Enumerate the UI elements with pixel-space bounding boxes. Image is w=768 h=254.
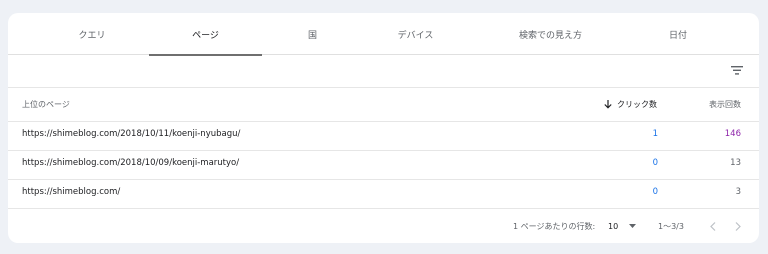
chevron-right-icon [735,221,741,231]
active-tab-indicator [149,54,262,56]
column-header-page[interactable]: 上位のページ [22,97,70,111]
table-cell-clicks: 1 [652,129,658,139]
chevron-left-icon [710,221,716,231]
divider [8,121,759,122]
tab-pages[interactable]: ページ [149,13,262,56]
divider [8,87,759,88]
table-row-url[interactable]: https://shimeblog.com/2018/10/09/koenji-… [22,156,239,170]
tab-queries[interactable]: クエリ [32,13,152,55]
tab-label: クエリ [78,30,106,41]
table-cell-impressions: 3 [735,187,741,197]
table-row-url[interactable]: https://shimeblog.com/ [22,185,120,199]
divider [8,179,759,180]
dimension-tabs: クエリ ページ 国 デバイス 検索での見え方 日付 [8,13,759,56]
pagination-range: 1～3/3 [658,221,684,231]
tab-label: 日付 [668,30,687,41]
divider [8,150,759,151]
table-cell-clicks: 0 [652,158,658,168]
column-header-impressions[interactable]: 表示回数 [709,97,741,111]
column-header-label: 表示回数 [709,99,741,109]
tab-devices[interactable]: デバイス [363,13,468,55]
divider [8,208,759,209]
caret-down-icon [629,224,637,228]
filter-icon [731,65,743,75]
tab-label: ページ [192,30,219,41]
tab-countries[interactable]: 国 [260,13,365,55]
column-header-label: 上位のページ [22,99,70,109]
table-row-url[interactable]: https://shimeblog.com/2018/10/11/koenji-… [22,127,240,141]
tab-dates[interactable]: 日付 [628,13,728,55]
column-header-clicks[interactable]: クリック数 [604,97,657,111]
table-cell-clicks: 0 [652,187,658,197]
column-header-label: クリック数 [617,99,657,109]
arrow-down-icon [604,99,612,109]
tab-label: 国 [307,30,317,41]
table-cell-impressions: 13 [730,158,741,168]
rows-per-page-select[interactable]: 10 [608,219,637,233]
tab-search-appearance[interactable]: 検索での見え方 [488,13,613,55]
performance-card: クエリ ページ 国 デバイス 検索での見え方 日付 上位のページ クリック数 表… [8,13,759,243]
rows-per-page-value: 10 [608,221,619,231]
tab-label: 検索での見え方 [518,30,582,41]
filter-button[interactable] [728,62,746,78]
rows-per-page-label: 1 ページあたりの行数: [513,221,596,231]
table-cell-impressions: 146 [724,129,741,139]
previous-page-button[interactable] [705,218,721,234]
tab-label: デバイス [397,30,434,41]
next-page-button[interactable] [730,218,746,234]
